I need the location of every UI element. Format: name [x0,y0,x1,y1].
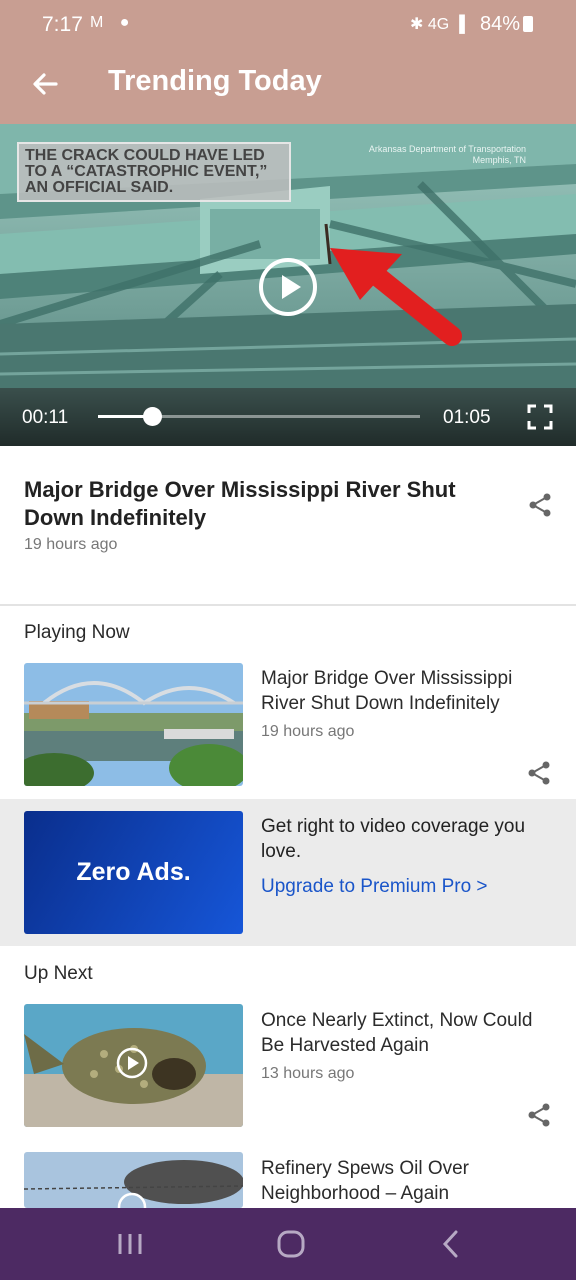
up-next-title-2[interactable]: Refinery Spews Oil Over Neighborhood – A… [261,1156,556,1206]
duration: 01:05 [443,407,491,428]
share-icon[interactable] [526,1102,552,1128]
notification-icons: M ● [90,14,136,31]
up-next-heading: Up Next [24,963,93,984]
playing-now-time: 19 hours ago [261,723,355,740]
arrow-left-icon[interactable] [26,64,66,104]
credit-line-2: Memphis, TN [472,155,526,165]
page-title: Trending Today [108,65,322,97]
playing-now-title[interactable]: Major Bridge Over Mississippi River Shut… [261,666,556,716]
system-nav-bar [0,1208,576,1280]
home-icon[interactable] [271,1224,311,1264]
up-next-time-1: 13 hours ago [261,1065,355,1082]
upgrade-link[interactable]: Upgrade to Premium Pro > [261,876,488,898]
article-title: Major Bridge Over Mississippi River Shut… [24,477,456,530]
refinery-thumbnail-image [24,1152,243,1208]
up-next-thumbnail-2[interactable] [24,1152,243,1208]
video-credit: Arkansas Department of Transportation Me… [356,144,526,166]
app-bar: Trending Today [0,50,576,124]
status-bar: 7:17 M ● ✱ 4G ▐ 84% [0,0,576,50]
promo-text: Get right to video coverage you love. [261,816,526,862]
seek-handle[interactable] [143,407,162,426]
zero-ads-card[interactable]: Zero Ads. [24,811,243,934]
video-player[interactable]: THE CRACK COULD HAVE LED TO A “CATASTROP… [0,124,576,446]
status-time: 7:17 [42,13,83,36]
back-icon[interactable] [432,1224,472,1264]
signal-icons: ✱ 4G ▐ [410,16,465,33]
up-next-thumbnail-1[interactable] [24,1004,243,1127]
share-icon[interactable] [527,492,553,518]
share-icon[interactable] [526,760,552,786]
recent-apps-icon[interactable] [110,1224,150,1264]
play-icon[interactable] [258,257,318,317]
fullscreen-icon[interactable] [527,404,553,430]
divider [0,604,576,606]
credit-line-1: Arkansas Department of Transportation [368,144,526,154]
battery-indicator: 84% [480,13,534,36]
video-caption: THE CRACK COULD HAVE LED TO A “CATASTROP… [17,142,291,202]
current-time: 00:11 [22,407,69,428]
playing-now-thumbnail[interactable] [24,663,243,786]
article-time: 19 hours ago [24,536,118,553]
grouper-thumbnail-image [24,1004,243,1127]
bridge-thumbnail-image [24,663,243,786]
up-next-title-1[interactable]: Once Nearly Extinct, Now Could Be Harves… [261,1008,556,1058]
battery-icon [523,16,534,32]
playing-now-heading: Playing Now [24,622,130,643]
battery-percent: 84% [480,13,521,35]
